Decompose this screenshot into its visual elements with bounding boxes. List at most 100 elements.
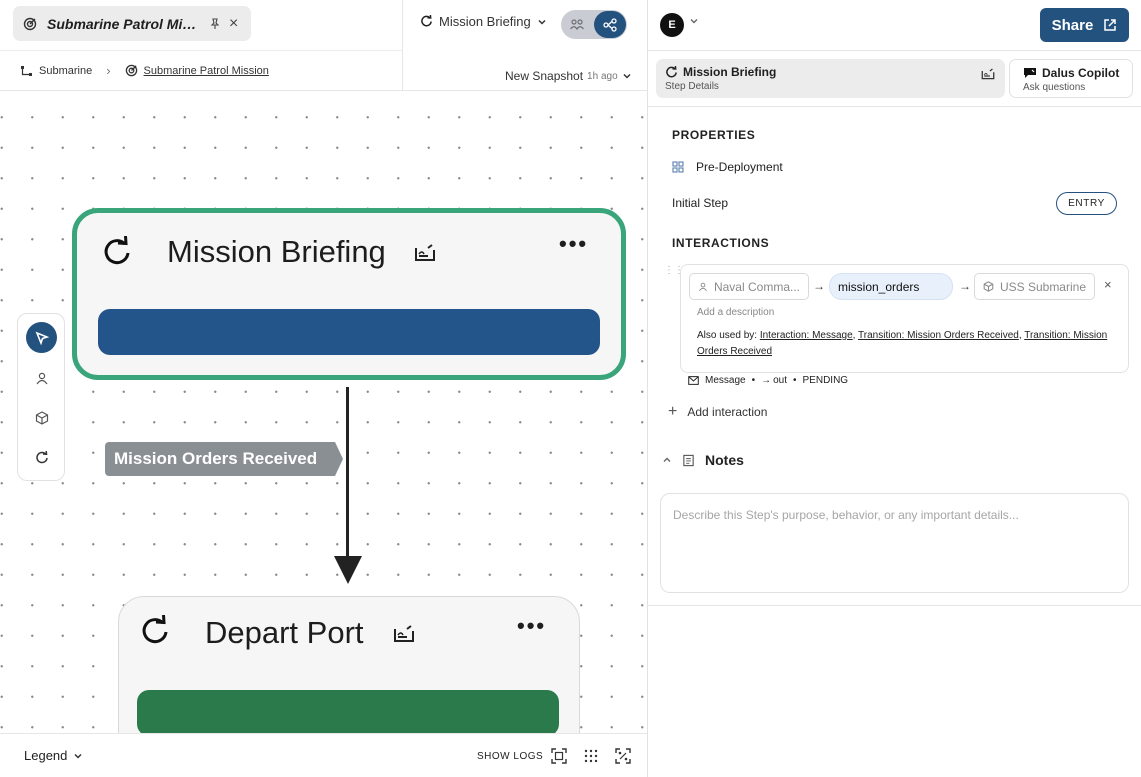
mail-icon [688, 376, 699, 385]
interaction-target[interactable]: USS Submarine [974, 273, 1095, 300]
share-button[interactable]: Share [1040, 8, 1129, 42]
breadcrumb: Submarine › Submarine Patrol Mission [0, 50, 402, 90]
refresh-icon [666, 65, 677, 77]
user-icon [36, 372, 47, 384]
interactions-heading: INTERACTIONS [672, 236, 770, 250]
block-tool[interactable] [26, 402, 57, 433]
divider [648, 106, 1141, 107]
auto-layout-icon[interactable] [615, 748, 631, 764]
notes-textarea[interactable]: Describe this Step's purpose, behavior, … [660, 493, 1129, 593]
signature-icon[interactable] [393, 623, 415, 643]
avatar[interactable]: E [660, 13, 684, 37]
interaction-card: Naval Comma... → mission_orders → USS Su… [680, 264, 1129, 373]
step-node-title: Depart Port [205, 615, 364, 650]
entry-badge[interactable]: ENTRY [1056, 192, 1117, 215]
refresh-icon [421, 15, 432, 27]
chevron-right-icon: › [106, 63, 111, 78]
snapshot-label: New Snapshot [505, 69, 584, 83]
interaction-target-label: USS Submarine [999, 279, 1086, 294]
close-tab-icon[interactable]: × [229, 15, 238, 33]
more-options-icon[interactable]: ••• [517, 613, 546, 639]
interaction-source-label: Naval Comma... [713, 279, 800, 294]
also-used-link[interactable]: Transition: Mission Orders Received [858, 330, 1019, 341]
interaction-message-label: mission_orders [838, 279, 920, 294]
document-tab-title: Submarine Patrol Mission [47, 15, 199, 32]
divider [648, 605, 1141, 606]
also-used-by: Also used by: Interaction: Message, Tran… [697, 330, 1108, 357]
direction-arrow-icon: → [761, 375, 772, 386]
actor-tool[interactable] [26, 362, 57, 393]
view-toggle[interactable] [561, 10, 627, 39]
step-node-selected[interactable]: Mission Briefing ••• [72, 208, 626, 380]
dot-separator: • [793, 375, 797, 386]
interaction-source[interactable]: Naval Comma... [689, 273, 809, 300]
step-node[interactable]: Depart Port ••• [118, 596, 580, 733]
remove-interaction-icon[interactable]: × [1104, 277, 1112, 292]
chevron-down-icon [623, 73, 631, 79]
divider [648, 50, 1141, 51]
select-tool[interactable] [26, 322, 57, 353]
mission-icon [23, 17, 37, 30]
fit-view-icon[interactable] [551, 748, 567, 764]
refresh-icon [142, 615, 168, 644]
external-link-icon [1104, 19, 1117, 31]
diagram-toolbar: Submarine Patrol Mission × Mission Brief… [0, 0, 647, 90]
more-options-icon[interactable]: ••• [559, 231, 588, 257]
canvas-bottom-bar: Legend SHOW LOGS [0, 733, 647, 777]
tab-step-details-subtitle: Step Details [665, 81, 719, 92]
diagram-view-icon[interactable] [594, 11, 626, 38]
refresh-icon [104, 236, 130, 265]
snapshot-time: 1h ago [587, 70, 618, 82]
cube-icon [35, 410, 48, 425]
grid-icon [672, 161, 684, 173]
diagram-pane: Submarine Patrol Mission × Mission Brief… [0, 0, 648, 777]
add-interaction-button[interactable]: + Add interaction [668, 403, 767, 421]
arrow-right-icon: → [813, 279, 825, 293]
user-icon [699, 282, 707, 292]
breadcrumb-current[interactable]: Submarine Patrol Mission [144, 65, 269, 77]
initial-step-label: Initial Step [672, 196, 729, 210]
plus-icon: + [668, 403, 678, 420]
step-selector[interactable]: Mission Briefing [420, 14, 547, 29]
tab-step-details[interactable]: Mission Briefing Step Details [656, 59, 1005, 98]
notes-section-header[interactable]: Notes [662, 452, 744, 468]
chevron-down-icon [74, 753, 82, 759]
cube-icon [983, 281, 994, 292]
transition-edge[interactable] [346, 387, 349, 565]
chevron-down-icon [538, 19, 546, 25]
tab-step-details-title: Mission Briefing [683, 65, 777, 79]
diagram-canvas[interactable]: Mission Briefing ••• Mission Orders Rece… [0, 90, 647, 733]
arrow-right-icon: → [959, 279, 971, 293]
also-used-link[interactable]: Interaction: Message [760, 330, 853, 341]
team-view-icon[interactable] [569, 16, 585, 32]
chevron-up-icon [663, 457, 671, 462]
breadcrumb-root[interactable]: Submarine [39, 65, 92, 77]
document-tab[interactable]: Submarine Patrol Mission × [13, 6, 251, 41]
interaction-direction: out [773, 375, 787, 386]
hierarchy-icon [21, 65, 32, 76]
step-tool[interactable] [26, 442, 57, 473]
snapshot-selector[interactable]: New Snapshot 1h ago [505, 69, 632, 83]
step-node-bar [98, 309, 600, 355]
chevron-down-icon[interactable] [689, 16, 699, 26]
copilot-icon [1024, 68, 1036, 78]
add-interaction-label: Add interaction [687, 405, 768, 419]
grid-dots-icon[interactable] [583, 748, 599, 764]
tab-copilot[interactable]: Dalus Copilot Ask questions [1009, 59, 1133, 98]
legend-label: Legend [24, 748, 68, 763]
canvas-tool-rail [17, 313, 65, 481]
phase-property[interactable]: Pre-Deployment [672, 160, 783, 174]
transition-label[interactable]: Mission Orders Received [105, 442, 344, 476]
tab-copilot-subtitle: Ask questions [1023, 82, 1086, 93]
interaction-message[interactable]: mission_orders [829, 273, 953, 300]
interaction-status: PENDING [802, 375, 849, 386]
interaction-type: Message [705, 375, 746, 386]
pin-icon[interactable] [209, 17, 221, 30]
cursor-icon [35, 331, 49, 345]
legend-toggle[interactable]: Legend [24, 748, 83, 763]
interaction-description-input[interactable]: Add a description [697, 307, 774, 318]
signature-icon[interactable] [414, 242, 436, 262]
signature-icon[interactable] [981, 67, 995, 80]
show-logs-button[interactable]: SHOW LOGS [477, 751, 543, 762]
refresh-icon [35, 450, 48, 463]
